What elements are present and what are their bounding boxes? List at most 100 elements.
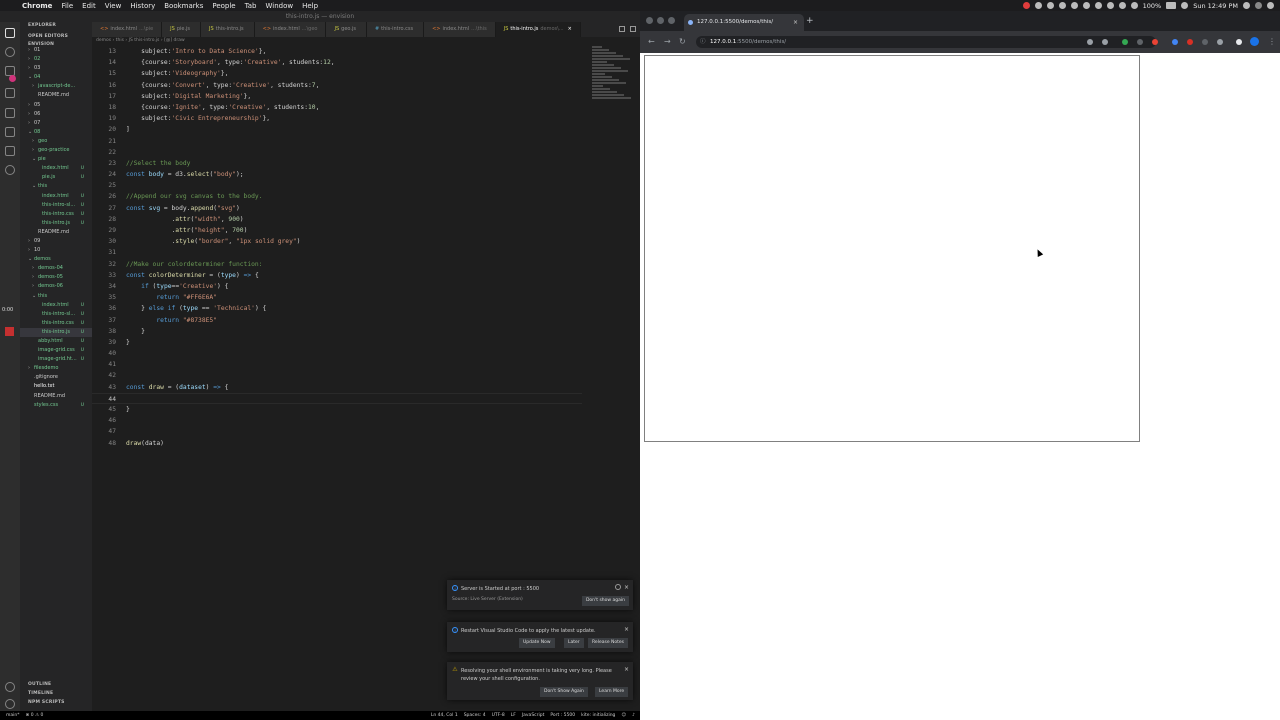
list-icon[interactable] — [1267, 2, 1274, 9]
puzzle-icon[interactable] — [1236, 39, 1242, 45]
user-icon[interactable] — [1181, 2, 1189, 9]
tree-item[interactable]: image-grid.ht... U — [20, 355, 92, 364]
gear-icon[interactable] — [1070, 2, 1078, 9]
tray-icon[interactable] — [1094, 2, 1102, 9]
minimize-window-button[interactable] — [657, 17, 664, 24]
extension-icon[interactable] — [1172, 39, 1178, 45]
avatar[interactable] — [1250, 37, 1259, 46]
code-line[interactable]: 23 //Select the body — [92, 158, 582, 169]
editor-tab[interactable]: <> index.html ...\geo — [254, 22, 327, 37]
code-line[interactable]: 44 — [92, 392, 582, 404]
tree-item[interactable]: › 07 — [20, 119, 92, 128]
tree-item[interactable]: › geo-practice — [20, 146, 92, 155]
star-icon[interactable] — [1102, 39, 1108, 45]
files-icon[interactable] — [5, 28, 15, 38]
code-line[interactable]: 42 — [92, 370, 582, 381]
code-line[interactable]: 46 — [92, 415, 582, 426]
battery-percent[interactable]: 100% — [1143, 2, 1162, 10]
split-editor-icon[interactable] — [619, 26, 625, 32]
code-line[interactable]: 35 return "#FF6E6A" — [92, 292, 582, 303]
learn-more-button[interactable]: Learn More — [595, 687, 629, 697]
tree-item[interactable]: image-grid.css U — [20, 346, 92, 355]
search-icon[interactable] — [1243, 2, 1250, 9]
code-line[interactable]: 34 if (type=='Creative') { — [92, 281, 582, 292]
tree-item[interactable]: ⌄ this — [20, 292, 92, 301]
code-line[interactable]: 24 const body = d3.select("body"); — [92, 169, 582, 180]
editor-tab[interactable]: # this-intro.css — [366, 22, 425, 37]
search-icon[interactable] — [5, 47, 15, 57]
code-line[interactable]: 27 const svg = body.append("svg") — [92, 203, 582, 214]
code-line[interactable]: 30 .style("border", "1px solid grey") — [92, 236, 582, 247]
status-problems[interactable]: ⊗ 0 ⚠ 0 — [26, 711, 44, 720]
code-line[interactable]: 33 const colorDeterminer = (type) => { — [92, 270, 582, 281]
extension-icon[interactable] — [1202, 39, 1208, 45]
close-icon[interactable]: × — [624, 584, 629, 591]
update-now-button[interactable]: Update Now — [519, 638, 555, 648]
status-encoding[interactable]: UTF-8 — [492, 711, 505, 720]
menu-help[interactable]: Help — [302, 2, 318, 10]
code-line[interactable]: 19 subject:'Civic Entrepreneurship'}, — [92, 113, 582, 124]
tree-item[interactable]: ⌄ 04 — [20, 73, 92, 82]
tree-item[interactable]: README.md — [20, 228, 92, 237]
menu-file[interactable]: File — [61, 2, 73, 10]
code-line[interactable]: 20] — [92, 124, 582, 135]
status-branch[interactable]: main* — [6, 711, 20, 720]
breadcrumb[interactable]: demos › this › JS this-intro.js › [@] dr… — [96, 38, 185, 43]
code-line[interactable]: 22 — [92, 147, 582, 158]
menu-bookmarks[interactable]: Bookmarks — [164, 2, 203, 10]
tree-item[interactable]: pie.js U — [20, 173, 92, 182]
menu-window[interactable]: Window — [265, 2, 293, 10]
back-icon[interactable]: ← — [648, 36, 655, 48]
live-share-icon[interactable] — [5, 146, 15, 156]
tree-item[interactable]: › 06 — [20, 110, 92, 119]
editor-tab[interactable]: JS pie.js — [162, 22, 202, 37]
tray-icon[interactable] — [1046, 2, 1054, 9]
extension-icon[interactable] — [1217, 39, 1223, 45]
tree-item[interactable]: › 02 — [20, 55, 92, 64]
tree-item[interactable]: › 09 — [20, 237, 92, 246]
dont-show-again-button[interactable]: Don't Show Again — [540, 687, 588, 697]
code-line[interactable]: 40 — [92, 348, 582, 359]
tree-item[interactable]: this-intro-sl... U — [20, 310, 92, 319]
tree-item[interactable]: › javascript-de... — [20, 82, 92, 91]
tree-item[interactable]: this-intro.js U — [20, 219, 92, 228]
status-indentation[interactable]: Spaces: 4 — [464, 711, 486, 720]
info-icon[interactable]: ⓘ — [700, 36, 706, 48]
npm-scripts-section[interactable]: NPM SCRIPTS — [20, 698, 92, 707]
tree-item[interactable]: README.md — [20, 392, 92, 401]
menu-tab[interactable]: Tab — [245, 2, 257, 10]
code-line[interactable]: 38 } — [92, 326, 582, 337]
extension-icon[interactable] — [1122, 39, 1128, 45]
battery-icon[interactable] — [1166, 2, 1177, 9]
code-line[interactable]: 26 //Append our svg canvas to the body. — [92, 191, 582, 202]
editor-tab[interactable]: <> index.html ...\this — [424, 22, 496, 37]
minimap[interactable] — [592, 46, 636, 100]
code-line[interactable]: 43 const draw = (dataset) => { — [92, 382, 582, 393]
code-line[interactable]: 21 — [92, 136, 582, 147]
tree-item[interactable]: › geo — [20, 137, 92, 146]
editor-tab[interactable]: JS geo.js — [326, 22, 367, 37]
close-icon[interactable]: × — [624, 626, 629, 633]
tree-item[interactable]: styles.css U — [20, 401, 92, 410]
menu-people[interactable]: People — [212, 2, 235, 10]
tree-item[interactable]: › 01 — [20, 46, 92, 55]
code-line[interactable]: 39} — [92, 337, 582, 348]
tree-item[interactable]: ⌄ demos — [20, 255, 92, 264]
tree-item[interactable]: ⌄ pie — [20, 155, 92, 164]
tree-item[interactable]: README.md — [20, 91, 92, 100]
code-editor[interactable]: 13 subject:'Intro to Data Science'}, 14 {… — [92, 46, 582, 449]
status-eol[interactable]: LF — [511, 711, 516, 720]
tree-item[interactable]: › 03 — [20, 64, 92, 73]
editor-tab[interactable]: JS this-intro.js demos\... × — [495, 22, 581, 37]
menu-history[interactable]: History — [130, 2, 155, 10]
dropbox-icon[interactable] — [1058, 2, 1066, 9]
editor-tab[interactable]: JS this-intro.js — [201, 22, 255, 37]
tree-item[interactable]: index.html U — [20, 192, 92, 201]
close-tab-icon[interactable]: × — [568, 26, 572, 32]
tree-item[interactable]: this-intro-sl... U — [20, 201, 92, 210]
extension-icon[interactable] — [1152, 39, 1158, 45]
docker-icon[interactable] — [5, 165, 15, 175]
code-line[interactable]: 14 {course:'Storyboard', type:'Creative'… — [92, 57, 582, 68]
close-icon[interactable]: × — [624, 666, 629, 673]
tray-icon[interactable] — [1082, 2, 1090, 9]
